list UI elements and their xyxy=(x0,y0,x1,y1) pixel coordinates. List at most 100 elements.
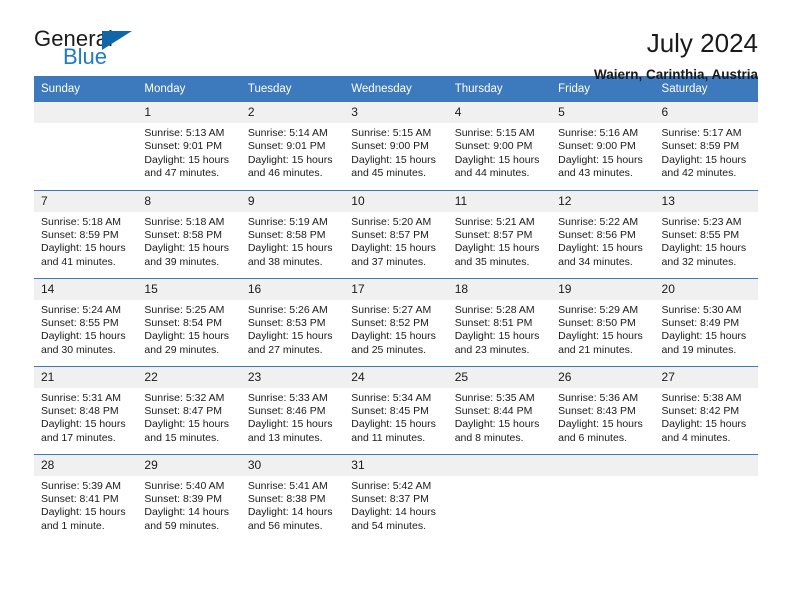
sunrise-text: Sunrise: 5:36 AM xyxy=(558,391,639,404)
day-info: Sunrise: 5:30 AM Sunset: 8:49 PM Daylight:… xyxy=(655,300,758,358)
sunrise-text: Sunrise: 5:38 AM xyxy=(661,391,742,404)
day-info: Sunrise: 5:15 AM Sunset: 9:00 PM Daylight:… xyxy=(448,123,551,181)
day-cell[interactable]: 15 Sunrise: 5:25 AM Sunset: 8:54 PM Dayligh… xyxy=(137,277,241,366)
day-cell[interactable]: 7 Sunrise: 5:18 AM Sunset: 8:59 PM Daylight… xyxy=(34,189,138,278)
daylight-text: Daylight: 15 hours and 45 minutes. xyxy=(351,153,436,180)
weekday-header-thursday: Thursday xyxy=(447,76,552,102)
sunset-text: Sunset: 8:58 PM xyxy=(247,228,326,241)
sunrise-text: Sunrise: 5:33 AM xyxy=(247,391,328,404)
day-cell[interactable]: 27 Sunrise: 5:38 AM Sunset: 8:42 PM Dayligh… xyxy=(654,365,758,454)
general-blue-logo[interactable]: General Blue xyxy=(34,27,154,75)
sunrise-text: Sunrise: 5:14 AM xyxy=(247,127,328,139)
day-cell[interactable]: 12 Sunrise: 5:22 AM Sunset: 8:56 PM Dayligh… xyxy=(551,189,655,278)
day-info: Sunrise: 5:14 AM Sunset: 9:01 PM Daylight:… xyxy=(241,123,344,181)
calendar-page: General Blue July 2024 Waiern, Carinthia… xyxy=(0,0,792,612)
daylight-text: Daylight: 15 hours and 6 minutes. xyxy=(558,418,643,444)
day-cell[interactable]: 13 Sunrise: 5:23 AM Sunset: 8:55 PM Dayligh… xyxy=(654,189,758,278)
day-cell[interactable]: 4 Sunrise: 5:15 AM Sunset: 9:00 PM Daylight… xyxy=(447,102,552,190)
day-cell[interactable]: 2 Sunrise: 5:14 AM Sunset: 9:01 PM Daylight… xyxy=(240,102,345,190)
day-info: Sunrise: 5:16 AM Sunset: 9:00 PM Daylight:… xyxy=(551,123,654,181)
sunrise-text: Sunrise: 5:27 AM xyxy=(351,303,432,316)
day-cell[interactable] xyxy=(447,453,552,542)
day-info: Sunrise: 5:17 AM Sunset: 8:59 PM Daylight:… xyxy=(655,123,758,181)
daylight-text: Daylight: 15 hours and 23 minutes. xyxy=(454,330,540,356)
day-cell-inner: 23 Sunrise: 5:33 AM Sunset: 8:46 PM Dayligh… xyxy=(240,366,345,454)
day-cell[interactable]: 1 Sunrise: 5:13 AM Sunset: 9:01 PM Daylight… xyxy=(137,102,241,190)
day-cell[interactable]: 3 Sunrise: 5:15 AM Sunset: 9:00 PM Daylight… xyxy=(344,102,448,190)
day-cell[interactable]: 29 Sunrise: 5:40 AM Sunset: 8:39 PM Dayligh… xyxy=(137,453,241,542)
day-cell[interactable] xyxy=(34,102,138,190)
day-cell[interactable] xyxy=(654,453,758,543)
day-cell[interactable]: 28 Sunrise: 5:39 AM Sunset: 8:41 PM Dayligh… xyxy=(34,453,138,542)
calendar-week-row: 21 Sunrise: 5:31 AM Sunset: 8:48 PM Dayligh… xyxy=(34,365,758,454)
sunrise-text: Sunrise: 5:31 AM xyxy=(41,391,121,404)
day-number: 22 xyxy=(137,366,241,388)
day-cell[interactable]: 23 Sunrise: 5:33 AM Sunset: 8:46 PM Dayligh… xyxy=(240,365,345,454)
day-cell-inner: 12 Sunrise: 5:22 AM Sunset: 8:56 PM Dayligh… xyxy=(551,190,655,278)
day-cell[interactable]: 11 Sunrise: 5:21 AM Sunset: 8:57 PM Dayligh… xyxy=(447,189,552,278)
day-cell-inner xyxy=(654,454,758,543)
page-title: July 2024 xyxy=(646,28,758,58)
day-cell[interactable]: 26 Sunrise: 5:36 AM Sunset: 8:43 PM Dayligh… xyxy=(551,365,655,454)
day-cell-inner: 27 Sunrise: 5:38 AM Sunset: 8:42 PM Dayligh… xyxy=(654,366,758,454)
sunrise-text: Sunrise: 5:18 AM xyxy=(41,215,121,228)
day-cell[interactable]: 25 Sunrise: 5:35 AM Sunset: 8:44 PM Dayligh… xyxy=(447,365,552,454)
sunset-text: Sunset: 8:59 PM xyxy=(661,140,740,153)
sunrise-text: Sunrise: 5:20 AM xyxy=(351,215,432,228)
day-cell[interactable]: 16 Sunrise: 5:26 AM Sunset: 8:53 PM Dayligh… xyxy=(240,277,345,366)
day-cell-inner: 14 Sunrise: 5:24 AM Sunset: 8:55 PM Dayligh… xyxy=(34,278,138,366)
day-cell[interactable]: 9 Sunrise: 5:19 AM Sunset: 8:58 PM Daylight… xyxy=(240,189,345,278)
daylight-text: Daylight: 15 hours and 15 minutes. xyxy=(144,418,230,444)
daylight-text: Daylight: 15 hours and 1 minute. xyxy=(41,506,126,532)
day-number: 6 xyxy=(654,102,758,123)
sunrise-text: Sunrise: 5:15 AM xyxy=(454,127,535,139)
daylight-text: Daylight: 15 hours and 21 minutes. xyxy=(558,330,643,356)
day-cell[interactable]: 22 Sunrise: 5:32 AM Sunset: 8:47 PM Dayligh… xyxy=(137,365,241,454)
sunset-text: Sunset: 8:42 PM xyxy=(661,404,740,417)
day-cell-inner: 15 Sunrise: 5:25 AM Sunset: 8:54 PM Dayligh… xyxy=(137,278,241,366)
day-info: Sunrise: 5:26 AM Sunset: 8:53 PM Daylight:… xyxy=(241,300,344,358)
calendar-week-row: 1 Sunrise: 5:13 AM Sunset: 9:01 PM Daylight… xyxy=(34,102,758,190)
day-cell-inner: 26 Sunrise: 5:36 AM Sunset: 8:43 PM Dayligh… xyxy=(551,366,655,454)
daylight-text: Daylight: 15 hours and 30 minutes. xyxy=(41,330,126,356)
sunset-text: Sunset: 8:48 PM xyxy=(41,404,119,417)
weekday-header-wednesday: Wednesday xyxy=(344,76,448,102)
day-cell[interactable]: 21 Sunrise: 5:31 AM Sunset: 8:48 PM Dayligh… xyxy=(34,365,138,454)
day-cell-inner: 31 Sunrise: 5:42 AM Sunset: 8:37 PM Dayligh… xyxy=(344,454,448,543)
daylight-text: Daylight: 15 hours and 47 minutes. xyxy=(144,153,230,180)
day-number: 30 xyxy=(240,454,345,476)
day-info: Sunrise: 5:18 AM Sunset: 8:58 PM Daylight:… xyxy=(137,212,240,270)
day-cell[interactable]: 31 Sunrise: 5:42 AM Sunset: 8:37 PM Dayligh… xyxy=(344,453,448,543)
day-info: Sunrise: 5:33 AM Sunset: 8:46 PM Daylight:… xyxy=(241,388,344,446)
day-number: 29 xyxy=(137,454,241,476)
day-cell-inner: 16 Sunrise: 5:26 AM Sunset: 8:53 PM Dayligh… xyxy=(240,278,345,366)
sunset-text: Sunset: 8:50 PM xyxy=(558,316,636,329)
day-info: Sunrise: 5:35 AM Sunset: 8:44 PM Daylight:… xyxy=(448,388,551,446)
sunset-text: Sunset: 8:57 PM xyxy=(351,228,429,241)
day-number: 4 xyxy=(447,102,552,123)
day-cell[interactable] xyxy=(551,453,655,542)
daylight-text: Daylight: 15 hours and 13 minutes. xyxy=(247,418,333,444)
sunrise-text: Sunrise: 5:41 AM xyxy=(247,479,328,492)
day-cell[interactable]: 24 Sunrise: 5:34 AM Sunset: 8:45 PM Dayligh… xyxy=(344,365,448,454)
daylight-text: Daylight: 15 hours and 19 minutes. xyxy=(661,330,747,356)
day-cell[interactable]: 18 Sunrise: 5:28 AM Sunset: 8:51 PM Dayligh… xyxy=(447,277,552,366)
day-cell-inner: 8 Sunrise: 5:18 AM Sunset: 8:58 PM Daylight… xyxy=(137,190,241,278)
day-cell-inner: 13 Sunrise: 5:23 AM Sunset: 8:55 PM Dayligh… xyxy=(654,190,758,278)
day-cell[interactable]: 10 Sunrise: 5:20 AM Sunset: 8:57 PM Dayligh… xyxy=(344,189,448,278)
day-cell[interactable]: 6 Sunrise: 5:17 AM Sunset: 8:59 PM Daylight… xyxy=(654,102,758,190)
day-cell[interactable]: 19 Sunrise: 5:29 AM Sunset: 8:50 PM Dayligh… xyxy=(551,277,655,366)
sunrise-text: Sunrise: 5:32 AM xyxy=(144,391,225,404)
day-cell[interactable]: 5 Sunrise: 5:16 AM Sunset: 9:00 PM Daylight… xyxy=(551,102,655,190)
day-cell[interactable]: 8 Sunrise: 5:18 AM Sunset: 8:58 PM Daylight… xyxy=(137,189,241,278)
day-cell[interactable]: 20 Sunrise: 5:30 AM Sunset: 8:49 PM Dayligh… xyxy=(654,277,758,366)
day-cell[interactable]: 30 Sunrise: 5:41 AM Sunset: 8:38 PM Dayligh… xyxy=(240,453,345,542)
day-number: 8 xyxy=(137,190,241,212)
daylight-text: Daylight: 15 hours and 43 minutes. xyxy=(558,153,643,180)
day-number: 26 xyxy=(551,366,655,388)
day-cell[interactable]: 17 Sunrise: 5:27 AM Sunset: 8:52 PM Dayligh… xyxy=(344,277,448,366)
day-cell[interactable]: 14 Sunrise: 5:24 AM Sunset: 8:55 PM Dayligh… xyxy=(34,277,138,366)
day-number: 13 xyxy=(654,190,758,212)
day-number: 2 xyxy=(240,102,345,123)
day-cell-inner: 20 Sunrise: 5:30 AM Sunset: 8:49 PM Dayligh… xyxy=(654,278,758,366)
